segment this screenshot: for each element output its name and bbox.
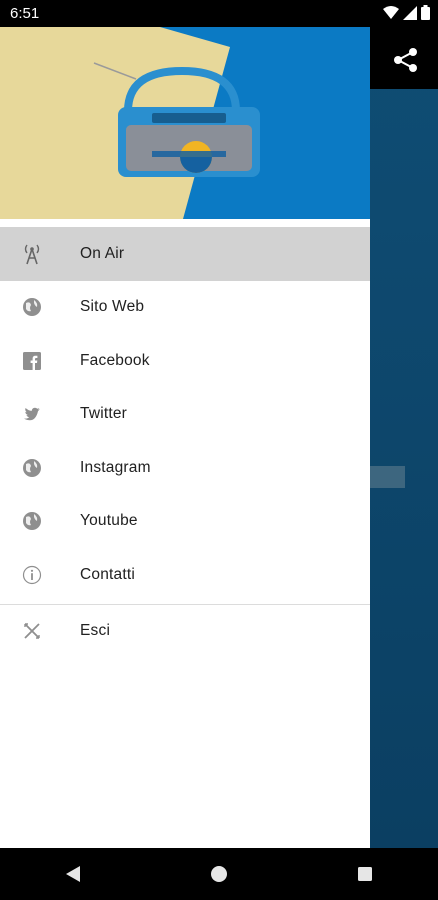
battery-icon: [421, 5, 430, 20]
menu-item-facebook[interactable]: Facebook: [0, 334, 370, 388]
menu-item-on-air[interactable]: On Air: [0, 227, 370, 281]
menu-label-sito-web: Sito Web: [80, 298, 145, 316]
menu-item-sito-web[interactable]: Sito Web: [0, 281, 370, 335]
home-button[interactable]: [194, 854, 244, 894]
menu-label-on-air: On Air: [80, 244, 125, 262]
globe-icon: [20, 456, 44, 480]
navigation-drawer: On Air Sito Web Facebook Twitter Instagr: [0, 27, 370, 848]
menu-item-esci[interactable]: Esci: [0, 605, 370, 659]
menu-label-facebook: Facebook: [80, 351, 150, 369]
menu-item-contatti[interactable]: Contatti: [0, 548, 370, 602]
wifi-icon: [383, 5, 399, 19]
recents-square-icon: [358, 867, 372, 881]
recents-button[interactable]: [340, 854, 390, 894]
close-x-icon: [20, 619, 44, 643]
globe-icon: [20, 295, 44, 319]
cellular-signal-icon: [403, 5, 417, 20]
menu-label-twitter: Twitter: [80, 405, 128, 423]
menu-label-esci: Esci: [80, 622, 111, 640]
status-time: 6:51: [10, 5, 40, 22]
menu-label-youtube: Youtube: [80, 512, 138, 530]
system-navigation-bar: [0, 848, 438, 900]
back-triangle-icon: [66, 866, 80, 882]
drawer-header: [0, 27, 370, 219]
status-icons: [383, 5, 430, 20]
status-bar: 6:51: [0, 0, 438, 27]
home-circle-icon: [211, 866, 227, 882]
facebook-icon: [20, 349, 44, 373]
menu-item-twitter[interactable]: Twitter: [0, 388, 370, 442]
info-icon: [20, 563, 44, 587]
radio-logo-image: [93, 62, 260, 177]
globe-icon: [20, 509, 44, 533]
menu-item-youtube[interactable]: Youtube: [0, 495, 370, 549]
menu-item-instagram[interactable]: Instagram: [0, 441, 370, 495]
twitter-icon: [20, 402, 44, 426]
share-button[interactable]: [390, 44, 422, 76]
menu-label-instagram: Instagram: [80, 458, 151, 476]
background-content-bar: [370, 466, 405, 488]
menu-label-contatti: Contatti: [80, 565, 136, 583]
back-button[interactable]: [48, 854, 98, 894]
radio-tower-icon: [20, 242, 44, 266]
share-icon: [394, 48, 417, 72]
menu-list: On Air Sito Web Facebook Twitter Instagr: [0, 219, 370, 658]
